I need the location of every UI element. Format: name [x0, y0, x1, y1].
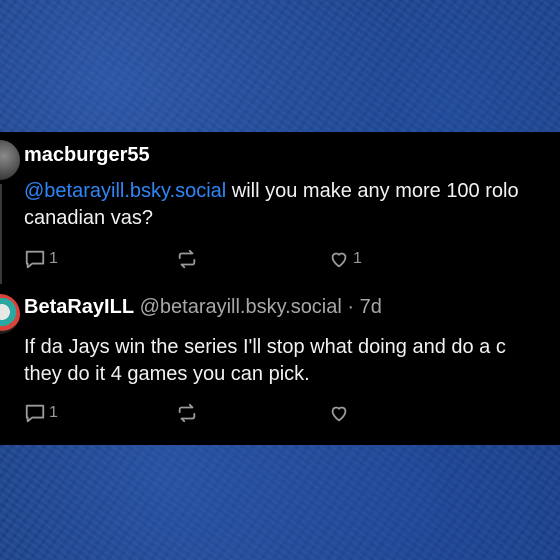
reply-button[interactable]: 1 — [24, 402, 58, 424]
post-text-line: canadian vas? — [24, 207, 153, 229]
reply-count: 1 — [49, 250, 58, 267]
post-text: If da Jays win the series I'll stop what… — [24, 334, 560, 388]
heart-icon — [328, 402, 350, 424]
post-timestamp[interactable]: 7d — [360, 296, 382, 318]
post-text: @betarayill.bsky.social will you make an… — [24, 178, 560, 232]
avatar[interactable] — [0, 140, 20, 180]
reply-icon — [24, 248, 46, 270]
post-actions: 1 — [24, 402, 560, 426]
author-name[interactable]: macburger55 — [24, 144, 150, 166]
post-header: BetaRayILL @betarayill.bsky.social · 7d — [24, 296, 382, 319]
post-text-line: If da Jays win the series I'll stop what… — [24, 336, 506, 358]
mention-link[interactable]: @betarayill.bsky.social — [24, 180, 226, 202]
post-header: macburger55 — [24, 144, 150, 167]
separator: · — [341, 296, 360, 318]
repost-button[interactable] — [176, 402, 201, 424]
repost-icon — [176, 402, 198, 424]
reply-count: 1 — [49, 404, 58, 421]
reply-button[interactable]: 1 — [24, 248, 58, 270]
thread-card: macburger55 @betarayill.bsky.social will… — [0, 132, 560, 445]
heart-icon — [328, 248, 350, 270]
repost-icon — [176, 248, 198, 270]
author-handle[interactable]: @betarayill.bsky.social — [140, 296, 342, 318]
author-name[interactable]: BetaRayILL — [24, 296, 134, 318]
post-text-line: @betarayill.bsky.social will you make an… — [24, 178, 560, 205]
post-actions: 1 1 — [24, 248, 560, 272]
avatar[interactable] — [0, 294, 20, 334]
reply-post[interactable]: macburger55 @betarayill.bsky.social will… — [0, 132, 560, 284]
reply-post[interactable]: BetaRayILL @betarayill.bsky.social · 7d … — [0, 284, 560, 445]
repost-button[interactable] — [176, 248, 201, 270]
reply-icon — [24, 402, 46, 424]
like-count: 1 — [353, 250, 362, 267]
thread-line — [0, 184, 2, 284]
post-text-segment: will you make any more 100 rolo — [226, 180, 519, 202]
post-text-line: they do it 4 games you can pick. — [24, 363, 310, 385]
like-button[interactable]: 1 — [328, 248, 362, 270]
like-button[interactable] — [328, 402, 353, 424]
